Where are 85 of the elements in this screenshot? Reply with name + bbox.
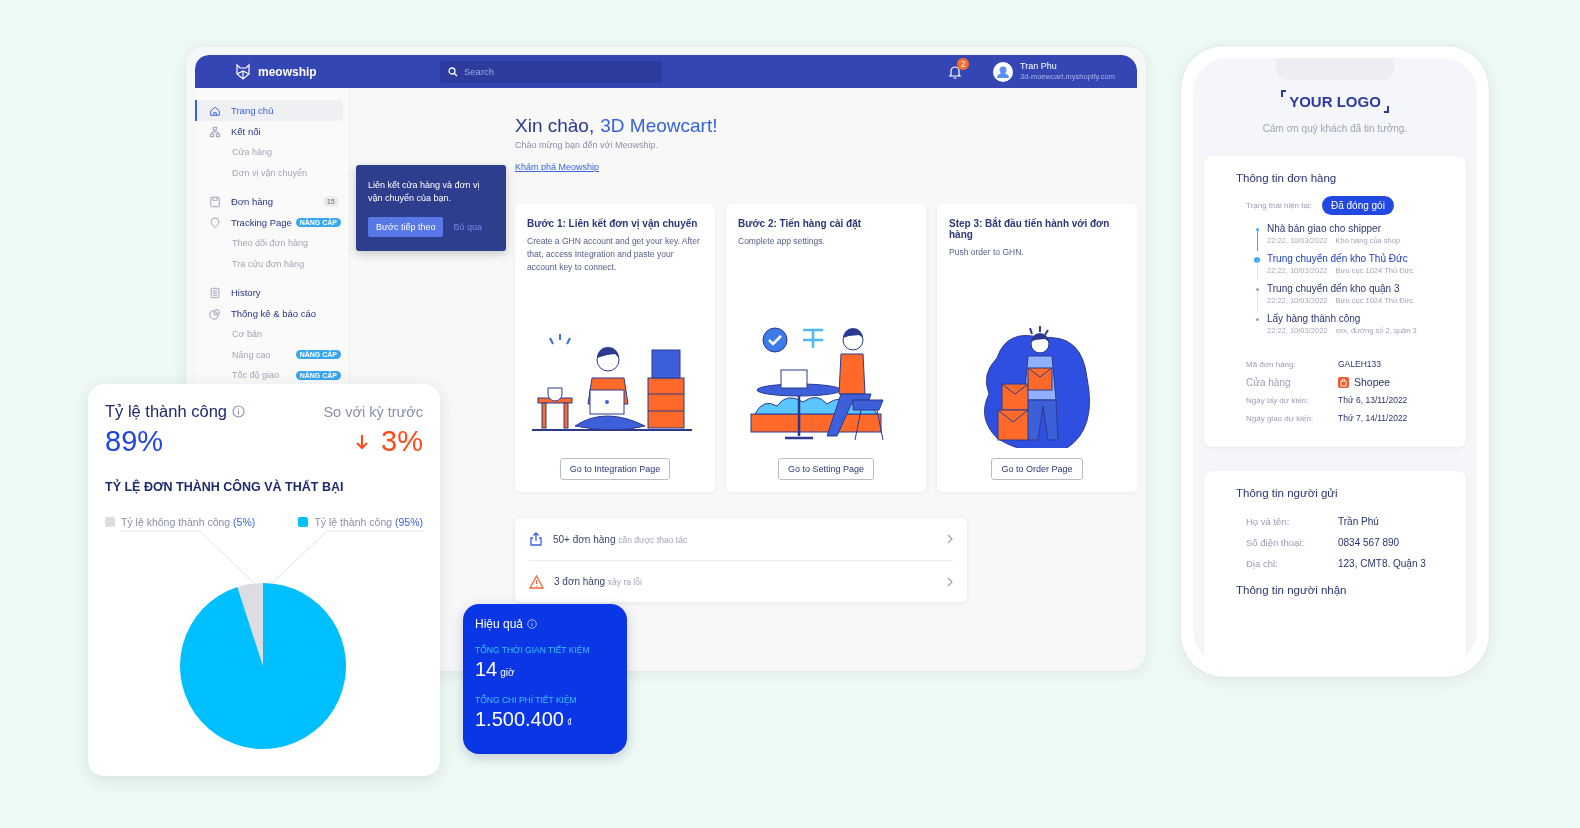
detail-label: Ngày giao dự kiến: <box>1246 413 1315 423</box>
metric-value: 1.500.400 <box>475 708 564 731</box>
sidebar-item[interactable]: History <box>195 282 343 303</box>
legend-label: Tỷ lệ không thành công (5%) <box>121 516 256 528</box>
bell-icon[interactable] <box>947 63 964 80</box>
brand-name: meowship <box>258 64 317 79</box>
detail-value: 0834 567 890 <box>1338 537 1401 548</box>
detail-value: Thứ 6, 13/11/2022 <box>1338 395 1408 405</box>
explore-link[interactable]: Khám phá Meowship <box>515 162 600 172</box>
chart-title: TỶ LỆ ĐƠN THÀNH CÔNG VÀ THẤT BẠI <box>105 480 345 494</box>
step-description: Push order to GHN. <box>949 246 1025 259</box>
welcome-text: Chào mừng bạn đến với Meowship. <box>515 140 659 150</box>
corner-bracket-icon <box>1383 106 1389 113</box>
next-step-button[interactable]: Bước tiếp theo <box>368 217 444 238</box>
pie-chart-icon <box>209 307 221 320</box>
location-pin-icon <box>209 216 221 229</box>
detail-label: Địa chỉ: <box>1246 558 1279 569</box>
timeline-title: Lấy hàng thành công <box>1267 313 1362 324</box>
metric-label: TỔNG CHI PHÍ TIẾT KIỆM <box>475 695 578 705</box>
detail-label: Cửa hàng <box>1246 376 1292 388</box>
sidebar-item[interactable]: Trang chủ <box>195 100 343 121</box>
skip-link[interactable]: Bỏ qua <box>453 222 482 233</box>
step-button[interactable]: Go to Setting Page <box>777 458 875 480</box>
info-icon <box>232 405 245 418</box>
card-title: Hiệu quả <box>475 617 524 631</box>
shopping-bag-icon <box>1338 376 1349 388</box>
arrow-down-icon <box>355 433 370 450</box>
info-icon <box>527 619 538 629</box>
step-title: Bước 2: Tiến hàng cài đặt <box>738 218 863 229</box>
success-rate-value: 89% <box>105 425 164 458</box>
detail-value: Trần Phú <box>1338 516 1380 527</box>
thank-you-text: Cám ơn quý khách đã tin tưởng. <box>1262 123 1408 134</box>
sidebar-item[interactable]: Thống kê & báo cáo <box>195 303 343 324</box>
detail-value: GALEH133 <box>1338 359 1381 369</box>
status-pill: Đã đóng gói <box>1321 196 1394 215</box>
corner-bracket-icon <box>1281 90 1287 97</box>
metric-unit: giờ <box>500 667 515 678</box>
section-title: Thông tin người nhận <box>1236 584 1348 596</box>
detail-value: 123, CMT8. Quận 3 <box>1338 558 1427 569</box>
step-title: Step 3: Bắt đầu tiến hành với đơn hàng <box>949 218 1111 240</box>
detail-value: Shopee <box>1354 376 1391 388</box>
status-label: Trạng thái hiện tại: <box>1246 201 1312 210</box>
cat-logo-icon <box>233 61 253 82</box>
avatar-icon[interactable] <box>993 61 1014 82</box>
detail-value: Thứ 7, 14/11/2022 <box>1338 413 1408 423</box>
step-description: Complete app settings. <box>738 235 826 248</box>
list-icon <box>209 286 221 299</box>
sidebar-item[interactable]: Kết nối <box>195 121 343 142</box>
step-description: Create a GHN account and get your key. After that, access Integration and paste your account key to connect. <box>527 235 701 274</box>
greeting-title: Xin chào, <box>515 115 595 137</box>
timeline-title: Nhà bán giao cho shipper <box>1267 223 1382 234</box>
step-button[interactable]: Go to Order Page <box>991 458 1083 480</box>
detail-label: Ngày lấy dự kiến: <box>1246 395 1310 405</box>
metric-label: TỔNG THỜI GIAN TIẾT KIỆM <box>475 645 591 655</box>
legend-label: Tỷ lệ thành công (95%) <box>314 516 423 528</box>
user-name: Tran Phu <box>1020 62 1058 72</box>
warning-icon <box>529 574 544 589</box>
compare-label: So với kỳ trước <box>323 403 423 420</box>
search-field[interactable]: Search <box>440 60 662 83</box>
chevron-right-icon <box>947 576 953 587</box>
detail-label: Mã đơn hàng: <box>1246 359 1297 369</box>
document-icon <box>209 195 221 208</box>
step-title: Bước 1: Liên kết đơn vị vận chuyển <box>527 218 699 229</box>
task-row[interactable]: 3 đơn hàng xảy ra lỗi <box>529 560 953 602</box>
share-icon <box>529 532 543 546</box>
detail-label: Số điện thoại: <box>1246 537 1306 548</box>
notification-badge: 2 <box>957 57 970 70</box>
section-title: Thông tin người gửi <box>1236 487 1339 499</box>
step-button[interactable]: Go to Integration Page <box>559 458 671 480</box>
timeline-title: Trung chuyển đến kho quận 3 <box>1267 283 1401 294</box>
shop-name: 3D Meowcart! <box>600 115 718 137</box>
section-title: Thông tin đơn hàng <box>1236 172 1338 184</box>
search-icon <box>448 66 458 77</box>
metric-value: 14 <box>475 658 498 681</box>
logo-placeholder-text: YOUR LOGO <box>1289 93 1381 110</box>
card-title: Tỷ lệ thành công <box>105 402 227 421</box>
change-value: 3% <box>381 425 423 458</box>
metric-unit: ₫ <box>567 717 573 728</box>
chevron-right-icon <box>947 534 953 544</box>
timeline-title: Trung chuyển đến kho Thủ Đức <box>1267 253 1409 264</box>
tooltip-text: Liên kết cửa hàng và đơn vị vận chuyển của bạn. <box>368 179 481 206</box>
detail-label: Họ và tên: <box>1246 516 1291 527</box>
home-icon <box>209 104 221 117</box>
network-icon <box>209 125 221 138</box>
task-row[interactable]: 50+ đơn hàng cần được thao tác <box>529 518 953 560</box>
